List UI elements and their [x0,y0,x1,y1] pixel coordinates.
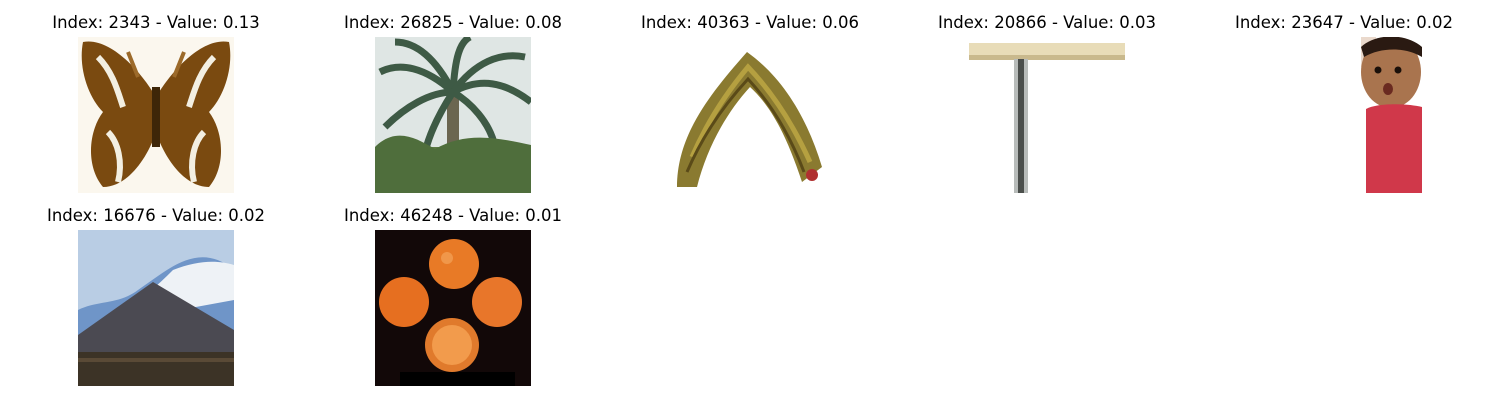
oranges-thumbnail [375,230,531,386]
boy-thumbnail [1266,37,1422,193]
palm-tree-thumbnail [375,37,531,193]
image-title: Index: 26825 - Value: 0.08 [343,13,562,32]
image-title: Index: 46248 - Value: 0.01 [343,206,562,225]
table-thumbnail [969,37,1125,193]
image-title: Index: 20866 - Value: 0.03 [937,13,1156,32]
image-title: Index: 40363 - Value: 0.06 [640,13,859,32]
image-title: Index: 2343 - Value: 0.13 [52,13,260,32]
mountain-thumbnail [78,230,234,386]
butterfly-thumbnail [78,37,234,193]
image-title: Index: 16676 - Value: 0.02 [46,206,265,225]
image-title: Index: 23647 - Value: 0.02 [1234,13,1453,32]
caterpillar-thumbnail [672,37,828,193]
